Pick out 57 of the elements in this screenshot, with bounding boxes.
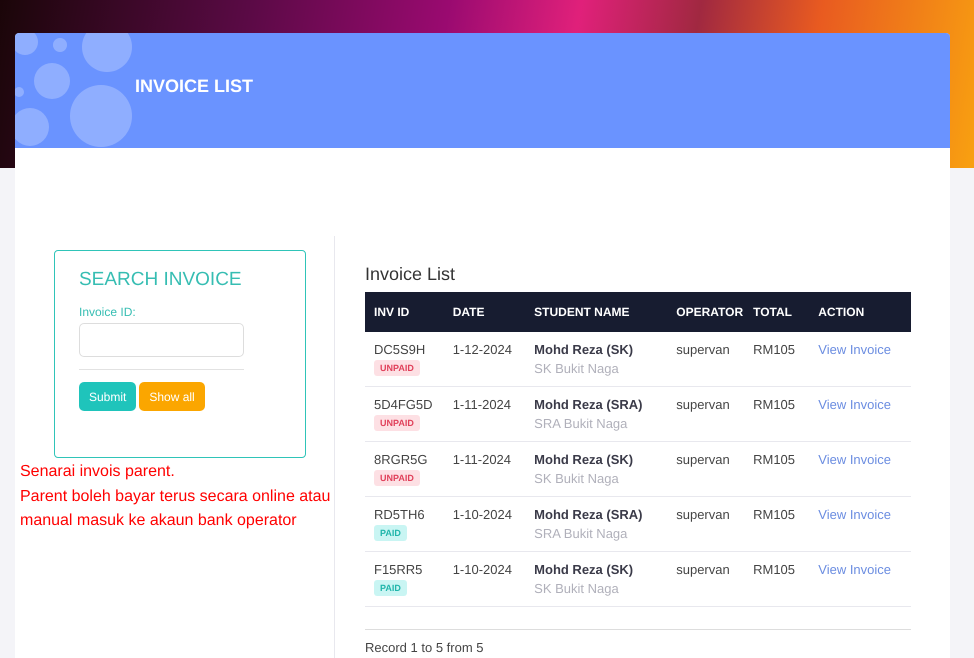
status-badge: PAID <box>374 525 407 541</box>
school-name: SK Bukit Naga <box>534 361 620 376</box>
table-title: Invoice List <box>365 264 456 285</box>
total-text: RM105 <box>753 562 796 577</box>
column-header: INV ID <box>365 292 444 332</box>
show-all-button[interactable]: Show all <box>139 382 205 411</box>
annotation-text: Senarai invois parent. <box>20 462 176 482</box>
school-name: SRA Bukit Naga <box>534 526 628 541</box>
student-name: Mohd Reza (SK) <box>534 562 634 577</box>
invoice-id-field[interactable] <box>79 323 244 357</box>
school-name: SK Bukit Naga <box>534 471 620 486</box>
column-header: ACTION <box>802 292 911 332</box>
annotation-text: manual masuk ke akaun bank operator <box>20 511 298 531</box>
status-badge: PAID <box>374 580 407 596</box>
record-count: Record 1 to 5 from 5 <box>365 629 911 655</box>
operator-text: supervan <box>676 397 731 412</box>
operator-text: supervan <box>676 342 731 357</box>
invoice-id: 8RGR5G <box>374 452 428 467</box>
view-invoice-link[interactable]: View Invoice <box>818 507 892 522</box>
invoice-id: F15RR5 <box>374 562 424 577</box>
view-invoice-link[interactable]: View Invoice <box>818 452 892 467</box>
column-header: STUDENT NAME <box>525 292 660 332</box>
invoice-id: DC5S9H <box>374 342 426 357</box>
student-name: Mohd Reza (SK) <box>534 342 634 357</box>
operator-text: supervan <box>676 562 731 577</box>
total-text: RM105 <box>753 397 796 412</box>
date-text: 1-12-2024 <box>452 342 513 357</box>
view-invoice-link[interactable]: View Invoice <box>818 562 892 577</box>
status-badge: UNPAID <box>374 470 420 486</box>
field-label: Invoice ID: <box>79 305 137 319</box>
student-name: Mohd Reza (SK) <box>534 452 634 467</box>
status-badge: UNPAID <box>374 360 420 376</box>
view-invoice-link[interactable]: View Invoice <box>818 397 892 412</box>
date-text: 1-10-2024 <box>452 562 513 577</box>
total-text: RM105 <box>753 452 796 467</box>
column-header: DATE <box>444 292 526 332</box>
invoice-id: 5D4FG5D <box>374 397 434 412</box>
operator-text: supervan <box>676 452 731 467</box>
date-text: 1-11-2024 <box>452 452 512 467</box>
submit-button[interactable]: Submit <box>79 382 136 411</box>
date-text: 1-11-2024 <box>452 397 512 412</box>
invoice-id: RD5TH6 <box>374 507 426 522</box>
total-text: RM105 <box>753 342 796 357</box>
status-badge: UNPAID <box>374 415 420 431</box>
search-title: SEARCH INVOICE <box>79 269 243 291</box>
school-name: SK Bukit Naga <box>534 581 620 596</box>
operator-text: supervan <box>676 507 731 522</box>
column-header: OPERATOR <box>659 292 744 332</box>
view-invoice-link[interactable]: View Invoice <box>818 342 892 357</box>
column-header: TOTAL <box>744 292 802 332</box>
student-name: Mohd Reza (SRA) <box>534 507 644 522</box>
date-text: 1-10-2024 <box>452 507 513 522</box>
student-name: Mohd Reza (SRA) <box>534 397 644 412</box>
total-text: RM105 <box>753 507 796 522</box>
school-name: SRA Bukit Naga <box>534 416 628 431</box>
annotation-text: Parent boleh bayar terus secara online atau <box>20 486 332 506</box>
page-title: INVOICE LIST <box>135 76 254 97</box>
